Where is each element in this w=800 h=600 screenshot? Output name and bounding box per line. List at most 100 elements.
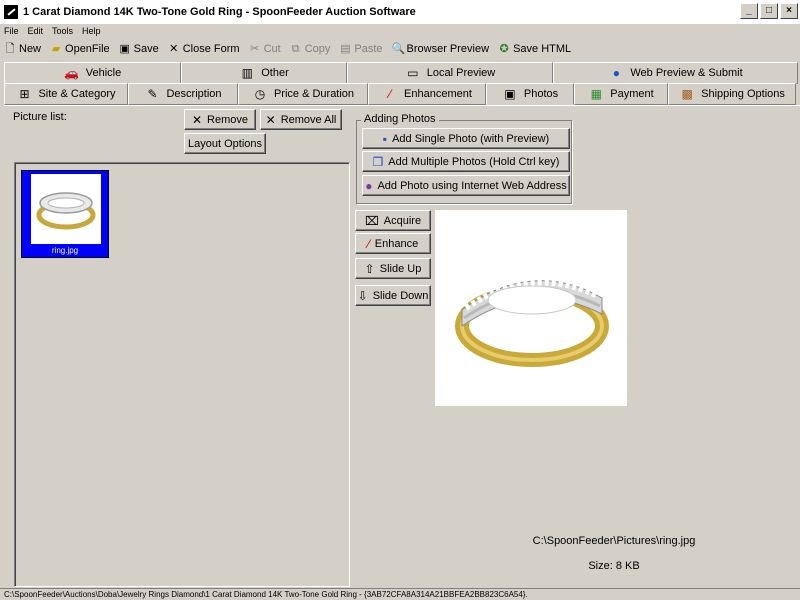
close-window-button[interactable]: ×: [780, 3, 798, 19]
enhance-label: Enhance: [374, 237, 419, 250]
html-icon: ✪: [499, 43, 509, 55]
app-icon: [4, 5, 18, 19]
tab-label: Vehicle: [85, 67, 122, 79]
slide-up-label: Slide Up: [379, 262, 422, 275]
globe-icon: ●: [612, 66, 620, 80]
title-bar: 1 Carat Diamond 14K Two-Tone Gold Ring -…: [0, 0, 800, 24]
open-file-button[interactable]: ▰ OpenFile: [50, 43, 110, 55]
layout-options-button[interactable]: Layout Options: [184, 133, 266, 154]
photo-file-size: Size: 8 KB: [588, 560, 640, 572]
toolbar: 🗋 New ▰ OpenFile ▣ Save ✕ Close Form ✂ C…: [0, 39, 800, 59]
monitor-icon: ▭: [407, 66, 419, 80]
tab-photos[interactable]: ▣ Photos: [486, 83, 574, 105]
menu-help[interactable]: Help: [82, 26, 101, 36]
save-html-button[interactable]: ✪ Save HTML: [498, 43, 571, 55]
arrow-up-icon: ⇧: [364, 261, 375, 276]
add-single-label: Add Single Photo (with Preview): [392, 132, 550, 145]
tab-other[interactable]: ▥ Other: [181, 62, 347, 84]
window-title: 1 Carat Diamond 14K Two-Tone Gold Ring -…: [23, 6, 416, 18]
tab-label: Enhancement: [404, 88, 472, 100]
tab-local-preview[interactable]: ▭ Local Preview: [347, 62, 553, 84]
barcode-icon: ▥: [241, 66, 253, 80]
picture-list-label: Picture list:: [13, 111, 67, 123]
photo-file-path: C:\SpoonFeeder\Pictures\ring.jpg: [532, 535, 696, 547]
menu-tools[interactable]: Tools: [52, 26, 73, 36]
add-multiple-label: Add Multiple Photos (Hold Ctrl key): [388, 155, 560, 168]
pencil-icon: ✎: [147, 87, 158, 101]
money-icon: ▦: [590, 87, 602, 101]
paste-label: Paste: [354, 43, 383, 55]
thumbnail-filename: ring.jpg: [51, 246, 79, 255]
tab-payment[interactable]: ▦ Payment: [574, 83, 668, 105]
minimize-button[interactable]: _: [740, 3, 758, 19]
copy-button[interactable]: ⧉ Copy: [290, 43, 331, 55]
slide-up-button[interactable]: ⇧ Slide Up: [355, 258, 431, 279]
clock-icon: ◷: [254, 87, 266, 101]
photo-preview: [435, 210, 627, 406]
tab-label: Payment: [610, 88, 654, 100]
tab-description[interactable]: ✎ Description: [128, 83, 238, 105]
browser-preview-button[interactable]: 🔍 Browser Preview: [392, 43, 490, 55]
acquire-label: Acquire: [383, 214, 422, 227]
arrow-down-icon: ⇩: [357, 288, 368, 303]
tab-web-preview-submit[interactable]: ● Web Preview & Submit: [553, 62, 798, 84]
wand-icon: ⁄: [389, 87, 392, 101]
new-button[interactable]: 🗋 New: [4, 43, 41, 55]
remove-button[interactable]: ✕ Remove: [184, 109, 256, 130]
web-photo-icon: ●: [365, 178, 373, 193]
tab-label: Local Preview: [426, 67, 496, 79]
box-icon: ▩: [681, 87, 693, 101]
floppy-icon: ▣: [119, 43, 130, 55]
menu-edit[interactable]: Edit: [28, 26, 44, 36]
close-icon: ✕: [265, 112, 276, 127]
tab-label: Shipping Options: [701, 88, 785, 100]
copy-icon: ⧉: [291, 43, 300, 55]
maximize-button[interactable]: □: [760, 3, 778, 19]
close-icon: ✕: [191, 112, 203, 127]
tree-icon: ⊞: [19, 87, 30, 101]
tab-price-duration[interactable]: ◷ Price & Duration: [238, 83, 368, 105]
tab-site-category[interactable]: ⊞ Site & Category: [4, 83, 128, 105]
paste-button[interactable]: ▤ Paste: [339, 43, 382, 55]
cut-button[interactable]: ✂ Cut: [249, 43, 281, 55]
menu-bar: File Edit Tools Help: [0, 24, 800, 38]
close-icon: ✕: [169, 43, 179, 55]
new-label: New: [19, 43, 42, 55]
photos-panel: Picture list: ✕ Remove ✕ Remove All Layo…: [4, 105, 800, 587]
adding-photos-legend: Adding Photos: [361, 113, 439, 125]
add-single-photo-button[interactable]: ▪ Add Single Photo (with Preview): [362, 128, 570, 149]
car-icon: 🚗: [64, 66, 80, 80]
save-label: Save: [133, 43, 159, 55]
scissors-icon: ✂: [249, 43, 260, 55]
slide-down-button[interactable]: ⇩ Slide Down: [355, 285, 431, 306]
add-multiple-photos-button[interactable]: ❐ Add Multiple Photos (Hold Ctrl key): [362, 151, 570, 172]
menu-file[interactable]: File: [4, 26, 19, 36]
tab-enhancement[interactable]: ⁄ Enhancement: [368, 83, 486, 105]
photo-thumbnail[interactable]: ring.jpg: [21, 170, 109, 258]
preview-icon: 🔍: [391, 43, 406, 55]
save-button[interactable]: ▣ Save: [119, 43, 159, 55]
status-bar: C:\SpoonFeeder\Auctions\Doba\Jewelry Rin…: [0, 588, 800, 600]
ring-preview-image: [455, 279, 609, 367]
tab-label: Other: [261, 67, 289, 79]
close-label: Close Form: [182, 43, 240, 55]
add-photo-web-button[interactable]: ● Add Photo using Internet Web Address: [362, 175, 570, 196]
wand-icon: ⁄: [367, 236, 370, 251]
picture-list[interactable]: ring.jpg: [14, 162, 350, 587]
open-label: OpenFile: [65, 43, 110, 55]
close-form-button[interactable]: ✕ Close Form: [168, 43, 240, 55]
paste-icon: ▤: [340, 43, 351, 55]
window-controls: _ □ ×: [740, 3, 798, 19]
layout-options-label: Layout Options: [188, 137, 262, 150]
tab-label: Photos: [523, 88, 559, 100]
enhance-button[interactable]: ⁄ Enhance: [355, 233, 431, 254]
slide-down-label: Slide Down: [372, 289, 429, 302]
tab-label: Site & Category: [38, 88, 116, 100]
acquire-button[interactable]: ⌧ Acquire: [355, 210, 431, 231]
remove-all-button[interactable]: ✕ Remove All: [260, 109, 342, 130]
photo-icon: ▪: [382, 131, 388, 146]
tab-label: Web Preview & Submit: [630, 67, 743, 79]
tab-shipping-options[interactable]: ▩ Shipping Options: [668, 83, 796, 105]
tab-vehicle[interactable]: 🚗 Vehicle: [4, 62, 181, 84]
multiple-photos-icon: ❐: [372, 154, 384, 169]
